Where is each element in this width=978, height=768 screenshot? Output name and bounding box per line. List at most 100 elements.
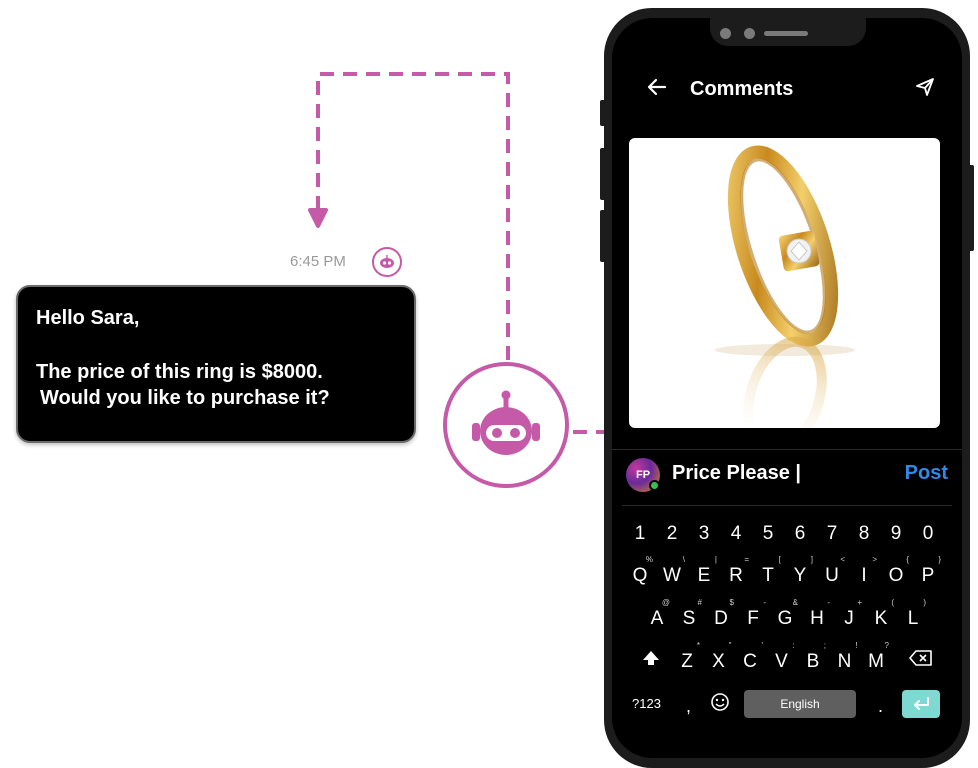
key-0[interactable]: 0 [915,520,941,548]
key-r[interactable]: R = [723,556,749,590]
phone-power-button [968,165,974,251]
key-7[interactable]: 7 [819,520,845,548]
key-alt-label: @ [661,598,670,607]
key-h[interactable]: H- [804,599,830,633]
key-g[interactable]: G & [772,599,798,633]
bot-message-bubble: Hello Sara, The price of this ring is $8… [16,285,416,443]
key-4[interactable]: 4 [723,520,749,548]
key-f[interactable]: F- [740,599,766,633]
key-q[interactable]: Q% [627,556,653,590]
key-alt-label: + [857,598,862,607]
page-title: Comments [690,78,794,100]
keyboard-row-2: A @ S # D $ F - G & H - J + K(L) [612,599,962,635]
enter-icon [914,697,929,710]
emoji-key[interactable] [710,692,730,717]
key-label: W [663,565,681,586]
message-greeting: Hello Sara, [36,307,140,329]
key-label: H [810,608,824,629]
chatbot-avatar [443,362,569,488]
key-label: Q [632,565,648,586]
key-label: 8 [858,523,870,544]
key-e[interactable]: E | [691,556,717,590]
keyboard-row-3 [612,648,962,678]
key-6[interactable]: 6 [787,520,813,548]
smiley-icon [711,693,729,711]
comment-composer: FP Price Please | Post [612,454,962,498]
key-label: 5 [762,523,774,544]
online-status-dot [649,480,660,491]
key-alt-label: ] [810,555,813,564]
key-alt-label: | [714,555,717,564]
key-label: 2 [666,523,678,544]
shift-key[interactable] [638,648,664,676]
key-label: T [762,565,774,586]
sensor-icon [744,28,755,39]
key-w[interactable]: W \ [659,556,685,590]
key-alt-label: \ [682,555,685,564]
key-label: S [682,608,696,629]
message-question: Would you like to purchase it? [40,387,330,409]
key-y[interactable]: Y] [787,556,813,590]
key-label: 7 [826,523,838,544]
key-p[interactable]: P} [915,556,941,590]
key-1[interactable]: 1 [627,520,653,548]
key-label: D [714,608,728,629]
key-label: 3 [698,523,710,544]
key-label: L [907,608,919,629]
backspace-icon [909,650,932,666]
key-alt-label: # [697,598,702,607]
key-label: K [874,608,888,629]
robot-icon [380,255,394,268]
key-label: I [861,565,867,586]
key-alt-label: } [938,555,941,564]
camera-icon [720,28,731,39]
backspace-key[interactable] [908,648,934,676]
key-k[interactable]: K( [868,599,894,633]
key-alt-label: $ [729,598,734,607]
phone-notch [710,18,866,46]
enter-key[interactable] [902,690,940,718]
key-label: 1 [634,523,646,544]
key-a[interactable]: A @ [644,599,670,633]
key-alt-label: = [744,555,749,564]
ring-product-image [629,138,940,428]
phone-volume-down [600,210,606,262]
key-alt-label: % [645,555,653,564]
key-alt-label: { [906,555,909,564]
robot-icon [472,390,540,455]
key-s[interactable]: S # [676,599,702,633]
phone-volume-up [600,148,606,200]
key-2[interactable]: 2 [659,520,685,548]
key-3[interactable]: 3 [691,520,717,548]
key-j[interactable]: J + [836,599,862,633]
key-label: 6 [794,523,806,544]
key-o[interactable]: O{ [883,556,909,590]
key-5[interactable]: 5 [755,520,781,548]
phone-screen: Comments FP Price Please | Post 1 2 3 4 … [612,18,962,758]
comments-header: Comments [612,68,962,108]
comma-key[interactable]: , [686,696,691,717]
key-u[interactable]: U < [819,556,845,590]
gold-ring-illustration [715,145,855,428]
key-label: A [650,608,664,629]
key-label: O [888,565,904,586]
key-alt-label: < [840,555,845,564]
period-key[interactable]: . [878,696,883,717]
post-button[interactable]: Post [905,462,948,485]
key-l[interactable]: L) [900,599,926,633]
send-icon[interactable] [914,76,936,103]
key-d[interactable]: D $ [708,599,734,633]
key-t[interactable]: T[ [755,556,781,590]
key-alt-label: > [872,555,877,564]
comment-input[interactable]: Price Please | [672,462,801,485]
key-8[interactable]: 8 [851,520,877,548]
key-9[interactable]: 9 [883,520,909,548]
key-alt-label: - [827,598,830,607]
symbols-key[interactable]: ?123 [632,696,661,711]
key-i[interactable]: I > [851,556,877,590]
arrow-left-icon[interactable] [646,76,668,103]
key-label: 0 [922,523,934,544]
space-key[interactable]: English [744,690,856,718]
speaker-grille [764,31,808,36]
message-price: The price of this ring is $8000. [36,361,323,383]
